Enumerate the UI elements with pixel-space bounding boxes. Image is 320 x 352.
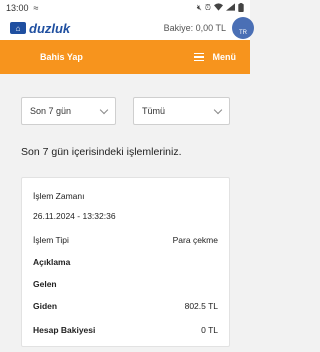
status-time: 13:00 — [6, 3, 29, 13]
type-select-value: Tümü — [142, 106, 166, 116]
type-label: İşlem Tipi — [33, 235, 69, 245]
outgoing-label: Giden — [33, 301, 58, 311]
nav-bar: Bahis Yap Menü — [0, 40, 250, 74]
logo-icon: ⌂ — [10, 22, 26, 34]
logo[interactable]: ⌂ duzluk — [10, 21, 70, 36]
wifi-icon — [214, 3, 223, 13]
period-select-value: Son 7 gün — [30, 106, 72, 116]
type-select[interactable]: Tümü — [133, 97, 230, 125]
mute-icon: 🔇︎ — [196, 3, 202, 12]
menu-button[interactable]: Menü — [193, 52, 237, 62]
chevron-down-icon — [99, 105, 109, 114]
time-value: 26.11.2024 - 13:32:36 — [33, 211, 116, 221]
bet-button[interactable]: Bahis Yap — [40, 52, 83, 62]
time-label: İşlem Zamanı — [33, 191, 85, 201]
transaction-card: İşlem Zamanı 26.11.2024 - 13:32:36 İşlem… — [21, 177, 230, 347]
signal-icon — [226, 3, 235, 13]
avatar-text: TR — [239, 30, 247, 36]
type-value: Para çekme — [172, 235, 218, 245]
info-text: Son 7 gün içerisindeki işlemleriniz. — [21, 146, 182, 158]
battery-icon — [238, 2, 244, 14]
balance-display: Bakiye: 0,00 TL — [163, 23, 226, 33]
status-bar: 13:00 ≈ 🔇︎ ⏰︎ — [0, 0, 250, 16]
menu-label: Menü — [212, 52, 237, 62]
balance-value: 0 TL — [201, 325, 218, 335]
app-header: ⌂ duzluk Bakiye: 0,00 TL TR — [0, 16, 254, 40]
description-label: Açıklama — [33, 257, 71, 267]
alarm-icon: ⏰︎ — [204, 3, 211, 12]
hamburger-icon — [193, 52, 204, 62]
balance-label: Hesap Bakiyesi — [33, 325, 96, 335]
income-label: Gelen — [33, 279, 57, 289]
filter-row: Son 7 gün Tümü — [21, 97, 230, 125]
outgoing-value: 802.5 TL — [184, 301, 218, 311]
vibrate-icon: ≈ — [33, 3, 39, 13]
logo-text: duzluk — [29, 20, 71, 36]
avatar[interactable]: TR — [232, 17, 254, 39]
period-select[interactable]: Son 7 gün — [21, 97, 116, 125]
chevron-down-icon — [213, 105, 223, 114]
